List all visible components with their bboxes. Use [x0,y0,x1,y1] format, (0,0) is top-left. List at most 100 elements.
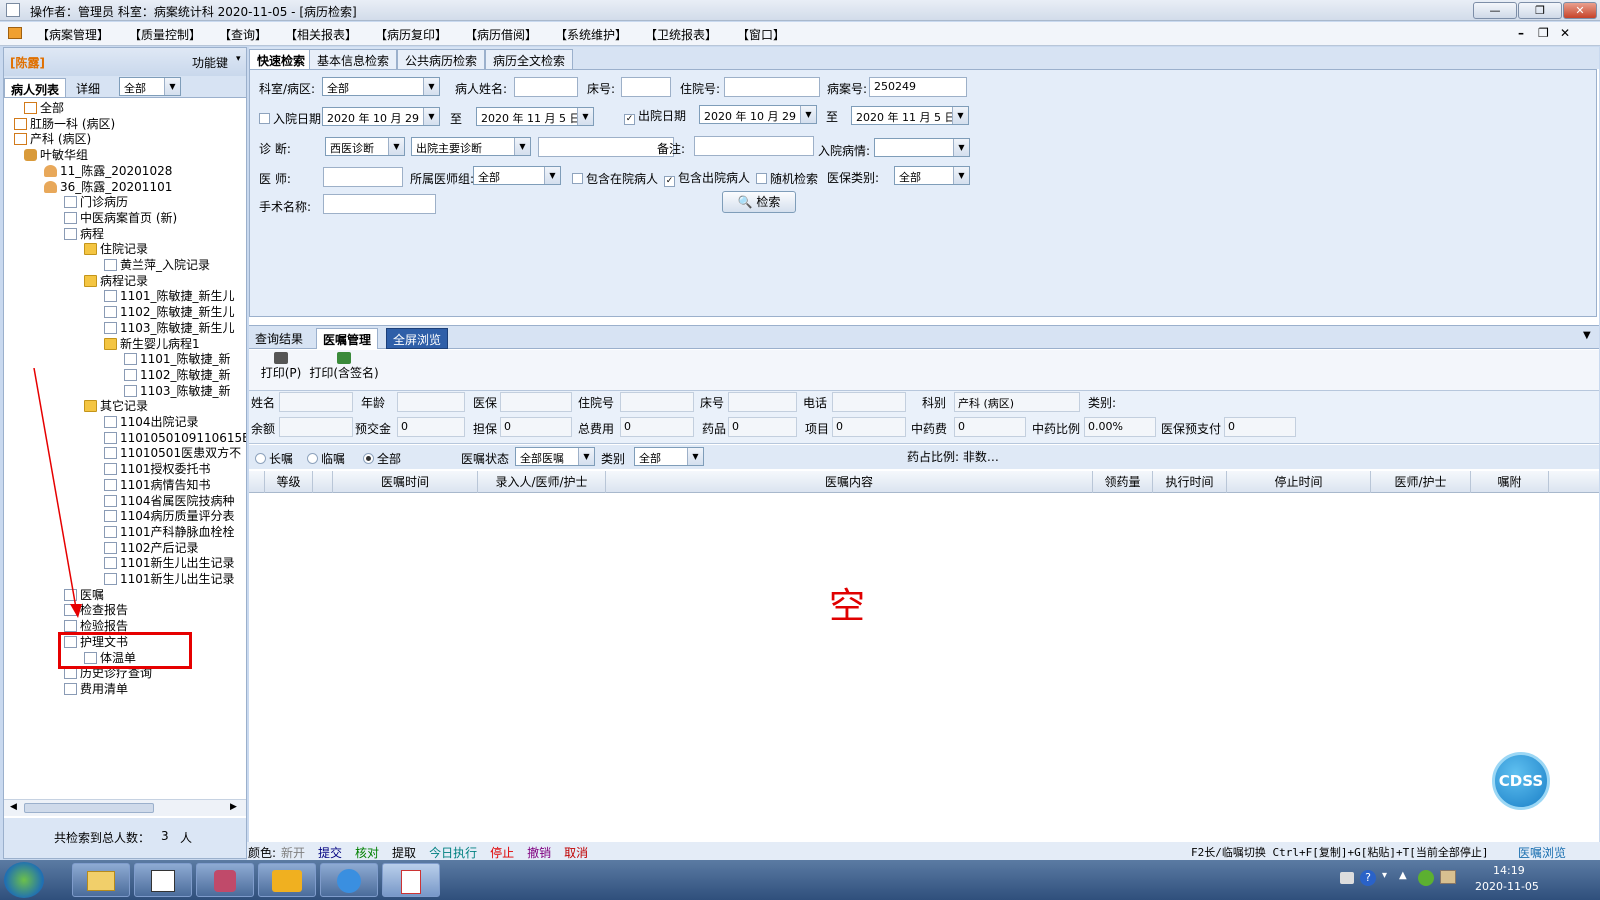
tree-node[interactable]: 1103_陈敏捷_新 [124,383,231,399]
col-order-content[interactable]: 医嘱内容 [606,471,1093,493]
scroll-right-icon[interactable]: ▶ [230,802,237,812]
tree-node[interactable]: 1101病情告知书 [104,477,211,493]
tree-node[interactable]: 1101产科静脉血栓栓 [104,524,235,540]
col-dispense-qty[interactable]: 领药量 [1093,471,1153,493]
tree-node[interactable]: 病程 [64,226,104,242]
tree-node[interactable]: 1104省属医院技病种 [104,493,235,509]
tree-node[interactable]: 1104出院记录 [104,414,199,430]
cdss-button[interactable]: CDSS [1492,752,1550,810]
tree-node[interactable]: 1101授权委托书 [104,461,211,477]
tree-node[interactable]: 11_陈露_20201028 [44,163,172,179]
admit-condition-select[interactable]: ▼ [874,138,970,157]
tab-fullscreen[interactable]: 全屏浏览 [386,328,449,349]
tree-node[interactable]: 中医病案首页 (新) [64,210,177,226]
random-search-checkbox[interactable]: 随机检索 [756,170,818,187]
tree-node[interactable]: 新生婴儿病程1 [104,336,200,352]
tab-detail[interactable]: 详细 [70,78,106,98]
col-instruction[interactable]: 嘱附 [1471,471,1549,493]
help-icon[interactable]: ? [1360,870,1376,886]
taskbar-app-browser[interactable] [320,863,378,897]
tree-node[interactable]: 1103_陈敏捷_新生儿 [104,320,235,336]
menu-reports[interactable]: 【相关报表】 [285,26,357,43]
taskbar-app-sql[interactable] [258,863,316,897]
order-status-select[interactable]: 全部医嘱 ▼ [515,447,595,466]
taskbar-app-chart[interactable] [134,863,192,897]
col-order-time[interactable]: 医嘱时间 [333,471,478,493]
order-type-select[interactable]: 全部 ▼ [634,447,704,466]
col-exec-time[interactable]: 执行时间 [1153,471,1227,493]
tree-node[interactable]: 1101新生儿出生记录 [104,571,235,587]
tab-patient-list[interactable]: 病人列表 [4,78,67,98]
taskbar-app-database[interactable] [196,863,254,897]
menu-copy[interactable]: 【病历复印】 [375,26,447,43]
discharge-from-date[interactable]: 2020 年 10 月 29 ▼ [699,105,817,124]
tree-node[interactable]: 全部 [24,100,64,116]
taskbar-app-medical[interactable] [382,863,440,897]
tree-node[interactable]: 门诊病历 [64,194,128,210]
order-view-link[interactable]: 医嘱浏览 [1518,844,1566,861]
diagnosis-main-select[interactable]: 出院主要诊断 ▼ [411,137,531,156]
tree-node[interactable]: 产科 (病区) [14,131,91,147]
tree-node[interactable]: 1101_陈敏捷_新 [124,351,231,367]
doctor-group-select[interactable]: 全部 ▼ [473,166,561,185]
case-no-input[interactable]: 250249 [869,77,967,97]
scroll-thumb[interactable] [24,803,154,813]
tab-quick-search[interactable]: 快速检索 [249,49,314,69]
mdi-minimize-button[interactable]: – [1518,26,1524,40]
tree-node[interactable]: 住院记录 [84,241,148,257]
menu-health-stats[interactable]: 【卫统报表】 [645,26,717,43]
search-button[interactable]: 🔍 检索 [722,191,796,213]
admit-to-date[interactable]: 2020 年 11 月 5 日 ▼ [476,107,594,126]
menu-query[interactable]: 【查询】 [219,26,267,43]
keyboard-icon[interactable] [1340,872,1354,884]
tree-node[interactable]: 1102_陈敏捷_新 [124,367,231,383]
menu-case-management[interactable]: 【病案管理】 [37,26,109,43]
include-discharged-checkbox[interactable]: ✓ 包含出院病人 [664,169,750,187]
radio-temporary[interactable]: 临嘱 [307,450,345,467]
tree-node[interactable]: 叶敏华组 [24,147,88,163]
chevron-down-icon[interactable]: ▾ [236,54,241,64]
tree-node[interactable]: 其它记录 [84,398,148,414]
doctor-input[interactable] [323,167,403,187]
tray-app-icon[interactable] [1418,870,1434,886]
discharge-to-date[interactable]: 2020 年 11 月 5 日 ▼ [851,106,969,125]
network-icon[interactable] [1440,870,1456,884]
include-inpatients-checkbox[interactable]: 包含在院病人 [572,170,658,187]
tab-query-result[interactable]: 查询结果 [249,328,309,349]
bed-input[interactable] [621,77,671,97]
collapse-chevron-icon[interactable]: ▼ [1583,330,1591,341]
tree-node[interactable]: 11010501医患双方不 [104,445,241,461]
menu-maintenance[interactable]: 【系统维护】 [555,26,627,43]
tree-node[interactable]: 黄兰萍_入院记录 [104,257,210,273]
patient-filter-select[interactable]: 全部 ▼ [119,77,181,96]
tree-node[interactable]: 肛肠一科 (病区) [14,116,115,132]
tree-node[interactable]: 1101_陈敏捷_新生儿 [104,288,235,304]
col-entered-by[interactable]: 录入人/医师/护士 [478,471,606,493]
print-signed-button[interactable]: 打印(含签名) [307,352,381,381]
menu-quality-control[interactable]: 【质量控制】 [129,26,201,43]
col-level[interactable]: 等级 [265,471,313,493]
taskbar-explorer[interactable] [72,863,130,897]
dept-select[interactable]: 全部 ▼ [322,77,440,96]
surgery-name-input[interactable] [323,194,436,214]
discharge-date-checkbox[interactable]: ✓ 出院日期 [624,107,686,125]
mdi-close-button[interactable]: ✕ [1560,26,1570,40]
restore-button[interactable]: ❐ [1518,2,1562,19]
tree-horizontal-scrollbar[interactable]: ◀ ▶ [4,799,246,816]
start-button[interactable] [4,862,44,898]
function-key-button[interactable]: 功能键 [192,54,228,71]
tab-public-search[interactable]: 公共病历检索 [397,49,486,69]
diagnosis-type-select[interactable]: 西医诊断 ▼ [325,137,405,156]
tray-chevron-icon[interactable]: ▾ [1382,870,1387,881]
admit-date-checkbox[interactable]: 入院日期 [259,110,321,127]
remark-input[interactable] [694,136,814,156]
clock-time[interactable]: 14:19 [1493,864,1525,877]
show-hidden-icon[interactable]: ▲ [1399,870,1407,881]
admit-from-date[interactable]: 2020 年 10 月 29 ▼ [322,107,440,126]
tree-node[interactable]: 36_陈露_20201101 [44,179,172,195]
tree-node[interactable]: 1102产后记录 [104,540,199,556]
col-stop-time[interactable]: 停止时间 [1227,471,1371,493]
scroll-left-icon[interactable]: ◀ [10,802,17,812]
mdi-restore-button[interactable]: ❐ [1538,26,1549,40]
diagnosis-input[interactable] [538,137,674,157]
